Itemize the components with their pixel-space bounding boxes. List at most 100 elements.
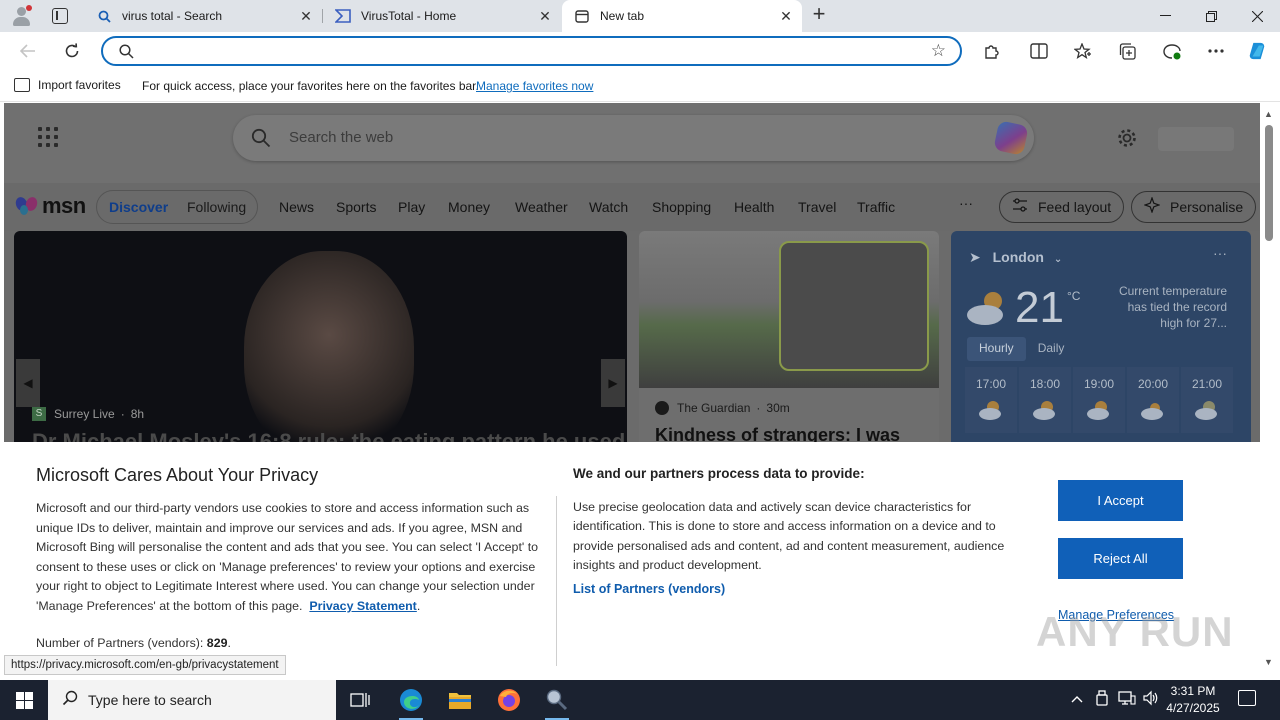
manage-favorites-link[interactable]: Manage favorites now [476, 79, 593, 93]
privacy-title: Microsoft Cares About Your Privacy [36, 465, 319, 485]
file-explorer-icon[interactable] [436, 680, 484, 720]
nav-shopping[interactable]: Shopping [652, 199, 711, 215]
scrollbar-thumb[interactable] [1265, 125, 1273, 241]
nav-health[interactable]: Health [734, 199, 774, 215]
reject-all-button[interactable]: Reject All [1058, 538, 1183, 579]
favorites-icon[interactable] [1073, 41, 1093, 61]
show-hidden-icons-chevron-icon[interactable] [1071, 690, 1083, 706]
msn-butterfly-icon [13, 195, 40, 217]
close-tab-icon[interactable]: ✕ [537, 8, 553, 24]
usb-device-icon[interactable] [1095, 690, 1109, 709]
minimize-button[interactable] [1142, 0, 1188, 32]
tab-daily[interactable]: Daily [1026, 337, 1077, 361]
firefox-icon[interactable] [485, 680, 533, 720]
restore-button[interactable] [1188, 0, 1234, 32]
import-favorites-button[interactable]: Import favorites [14, 78, 121, 92]
nav-watch[interactable]: Watch [589, 199, 628, 215]
split-screen-icon[interactable] [1029, 41, 1049, 61]
collections-icon[interactable] [1118, 41, 1138, 61]
weather-card[interactable]: ➤ London ⌄ ··· 21 °C Current temperature… [951, 231, 1251, 471]
current-temperature: 21 [1015, 283, 1064, 332]
weather-location[interactable]: ➤ London ⌄ [969, 249, 1062, 266]
search-icon [62, 690, 78, 710]
page-scrollbar[interactable]: ▲ ▼ [1260, 103, 1280, 677]
guardian-icon [655, 401, 669, 415]
nav-play[interactable]: Play [398, 199, 425, 215]
gear-icon[interactable] [1116, 127, 1138, 155]
story-source: The Guardian · 30m [655, 401, 790, 415]
edge-taskbar-icon[interactable] [387, 680, 435, 720]
extensions-icon[interactable] [981, 41, 1001, 61]
feed-layout-button[interactable]: Feed layout [999, 191, 1125, 223]
nav-travel[interactable]: Travel [798, 199, 836, 215]
privacy-statement-link[interactable]: Privacy Statement [309, 599, 416, 613]
clock-time: 3:31 PM [1170, 684, 1216, 698]
msn-logo[interactable]: msn [13, 193, 86, 219]
nav-traffic[interactable]: Traffic [857, 199, 895, 215]
forecast-hour: 17:00 [965, 367, 1017, 433]
favorite-star-icon[interactable]: ☆ [931, 41, 946, 61]
personalise-button[interactable]: Personalise [1131, 191, 1257, 223]
tab-virustotal-home[interactable]: VirusTotal - Home ✕ [323, 0, 561, 32]
carousel-next-button[interactable]: ▶ [601, 359, 625, 407]
close-window-button[interactable] [1234, 0, 1280, 32]
nav-money[interactable]: Money [448, 199, 490, 215]
carousel-prev-button[interactable]: ◀ [16, 359, 40, 407]
story-card[interactable]: The Guardian · 30m Kindness of strangers… [639, 231, 939, 471]
refresh-button[interactable] [60, 39, 84, 63]
search-app-icon[interactable] [533, 680, 581, 720]
tab-virus-total-search[interactable]: virus total - Search ✕ [84, 0, 322, 32]
partners-count: Number of Partners (vendors): 829. [36, 636, 231, 650]
forecast-hour: 19:00 [1073, 367, 1125, 433]
copilot-icon[interactable] [1247, 41, 1267, 61]
more-options-icon[interactable]: ··· [1213, 245, 1227, 261]
notification-center-icon[interactable] [1238, 690, 1256, 706]
import-icon [14, 78, 30, 92]
start-button[interactable] [0, 680, 48, 720]
privacy-body: Microsoft and our third-party vendors us… [36, 501, 539, 613]
close-tab-icon[interactable]: ✕ [298, 8, 314, 24]
weather-note[interactable]: Current temperature has tied the record … [1103, 283, 1227, 331]
forecast-hour: 21:00 [1181, 367, 1233, 433]
address-input[interactable] [143, 42, 923, 60]
nav-news[interactable]: News [279, 199, 314, 215]
copilot-icon[interactable] [993, 120, 1029, 156]
search-icon [96, 8, 112, 24]
scroll-down-arrow-icon[interactable]: ▼ [1264, 657, 1273, 667]
sign-in-button[interactable] [1158, 127, 1234, 151]
app-launcher-icon[interactable] [38, 127, 58, 147]
chevron-down-icon: ⌄ [1053, 254, 1063, 265]
accept-button[interactable]: I Accept [1058, 480, 1183, 521]
scroll-up-arrow-icon[interactable]: ▲ [1264, 109, 1273, 119]
web-search-box[interactable]: Search the web [233, 115, 1034, 161]
profile-avatar-icon[interactable] [9, 5, 33, 27]
tab-new-tab[interactable]: New tab ✕ [562, 0, 802, 32]
network-icon[interactable] [1118, 690, 1136, 709]
new-tab-button[interactable]: + [808, 3, 830, 26]
tab-following[interactable]: Following [187, 199, 246, 215]
taskbar-search-box[interactable]: Type here to search [48, 680, 336, 720]
browser-essentials-icon[interactable] [1162, 41, 1182, 61]
tab-actions-icon[interactable] [52, 8, 68, 24]
task-view-button[interactable] [336, 680, 384, 720]
nav-weather[interactable]: Weather [515, 199, 568, 215]
list-of-partners-link[interactable]: List of Partners (vendors) [573, 582, 725, 596]
tab-hourly[interactable]: Hourly [967, 337, 1026, 361]
tab-discover[interactable]: Discover [109, 199, 168, 215]
more-nav-button[interactable]: ··· [959, 195, 973, 211]
feed-tabs: Discover Following [96, 190, 258, 224]
favorites-bar-message: For quick access, place your favorites h… [142, 79, 479, 93]
system-clock[interactable]: 3:31 PM 4/27/2025 [1160, 683, 1226, 717]
volume-icon[interactable] [1142, 690, 1160, 709]
close-tab-icon[interactable]: ✕ [778, 8, 794, 24]
partly-cloudy-night-icon [1194, 399, 1220, 421]
tab-title: New tab [600, 9, 645, 23]
address-bar[interactable]: ☆ [101, 36, 962, 66]
page-header: Search the web [4, 103, 1260, 183]
partly-cloudy-icon [965, 289, 1011, 327]
back-button[interactable] [16, 39, 40, 63]
nav-sports[interactable]: Sports [336, 199, 376, 215]
settings-more-icon[interactable] [1206, 41, 1226, 61]
hero-story-card[interactable]: ◀ ▶ S Surrey Live · 8h Dr Michael Mosley… [14, 231, 627, 471]
virustotal-icon [335, 8, 351, 24]
